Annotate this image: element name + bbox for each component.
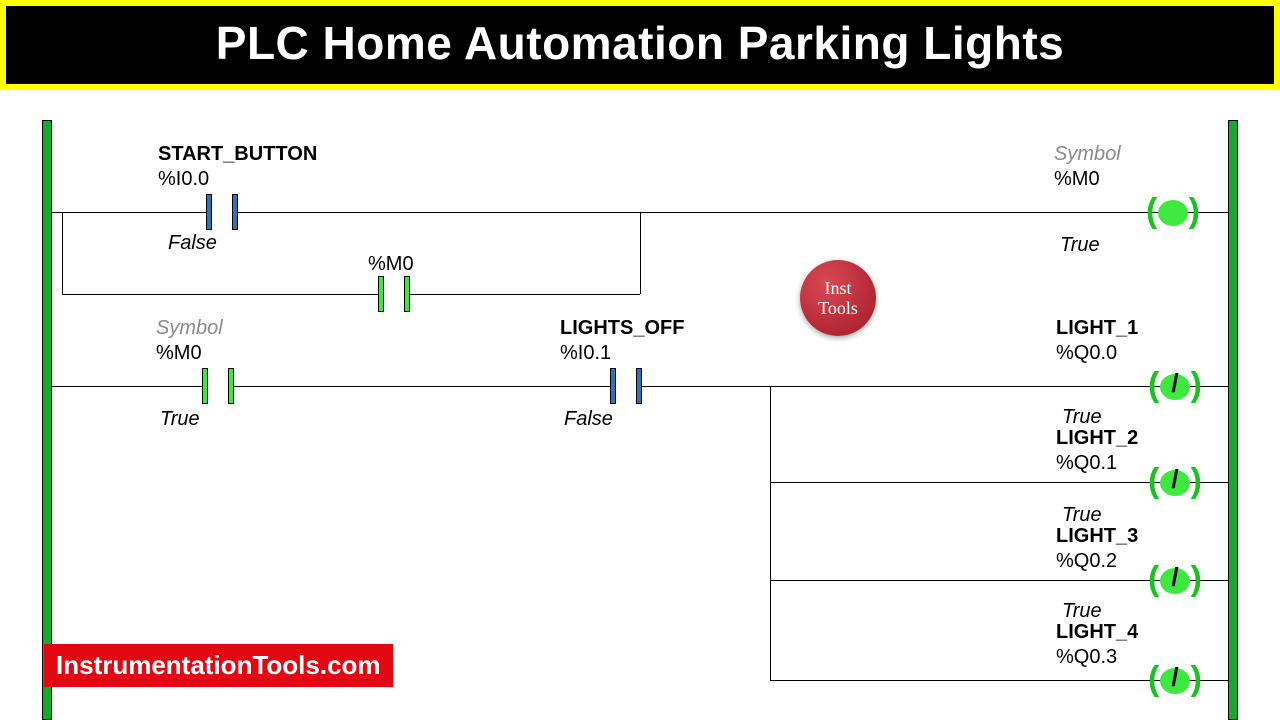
coil-label: LIGHT_1 %Q0.0 (1056, 316, 1138, 366)
contact-start-button (202, 194, 242, 230)
coil-label: Symbol %M0 (1054, 142, 1121, 192)
wire (770, 386, 771, 680)
contact-state: False (168, 232, 217, 255)
right-power-rail (1228, 120, 1238, 720)
coil-label: LIGHT_4 %Q0.3 (1056, 620, 1138, 670)
title-bar: PLC Home Automation Parking Lights (0, 0, 1280, 90)
coil-light4: (/) (1150, 664, 1200, 698)
contact-label: START_BUTTON %I0.0 (158, 142, 317, 192)
watermark-badge: Inst Tools (800, 260, 876, 336)
contact-state: True (160, 408, 200, 431)
wire (52, 212, 640, 213)
contact-label: %M0 (368, 252, 414, 277)
wire (640, 212, 1228, 213)
coil-m0: () (1148, 196, 1198, 230)
coil-label: LIGHT_3 %Q0.2 (1056, 524, 1138, 574)
contact-state: False (564, 408, 613, 431)
site-badge: InstrumentationTools.com (44, 644, 393, 687)
coil-label: LIGHT_2 %Q0.1 (1056, 426, 1138, 476)
coil-state: True (1060, 234, 1100, 257)
coil-light3: (/) (1150, 564, 1200, 598)
wire (62, 212, 63, 294)
wire (640, 212, 641, 294)
wire (62, 294, 640, 295)
contact-label: Symbol %M0 (156, 316, 223, 366)
contact-m0-branch (374, 276, 414, 312)
ladder-canvas: START_BUTTON %I0.0 False %M0 Symbol %M0 … (0, 120, 1280, 720)
contact-m0 (198, 368, 238, 404)
wire (52, 386, 770, 387)
coil-light2: (/) (1150, 466, 1200, 500)
contact-label: LIGHTS_OFF %I0.1 (560, 316, 684, 366)
contact-lights-off (606, 368, 646, 404)
left-power-rail (42, 120, 52, 720)
page-title: PLC Home Automation Parking Lights (6, 6, 1274, 84)
coil-light1: (/) (1150, 370, 1200, 404)
